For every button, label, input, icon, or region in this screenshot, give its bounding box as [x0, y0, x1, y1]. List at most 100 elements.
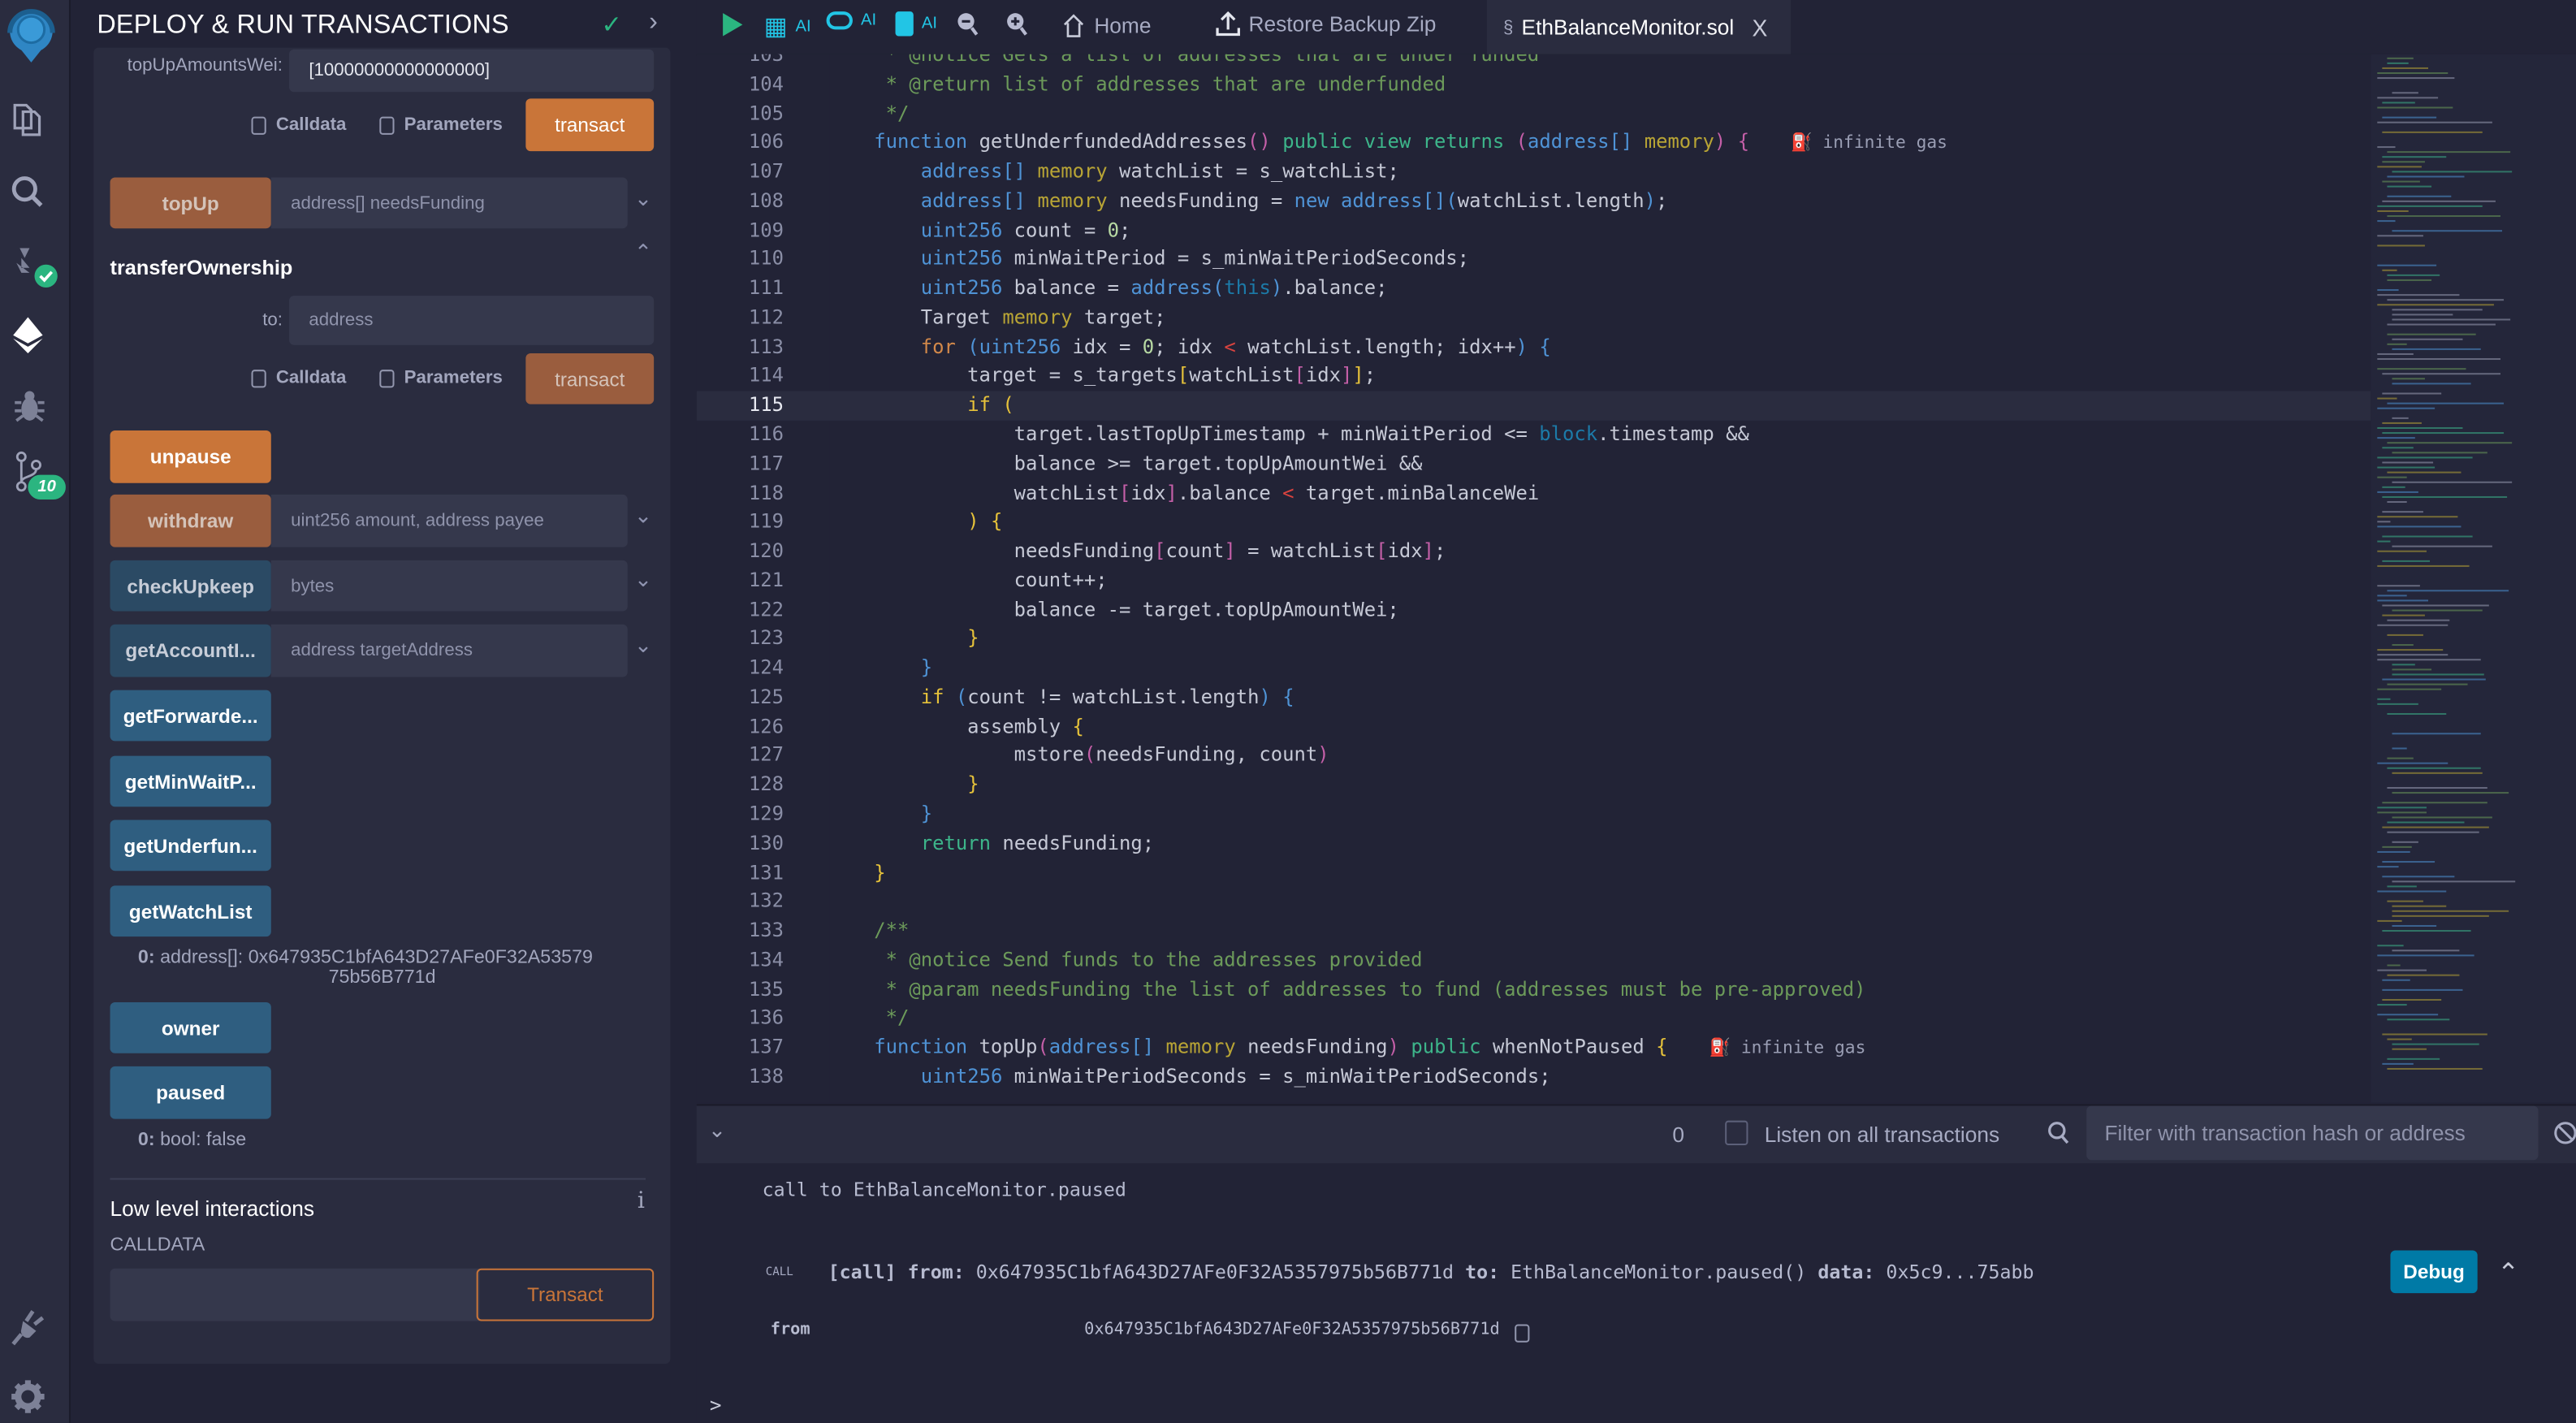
- code-line[interactable]: 135 * @param needsFunding the list of ad…: [697, 975, 2371, 1005]
- chevron-down-icon[interactable]: ⌄: [634, 633, 652, 659]
- chevrons-down-icon[interactable]: ⌄: [708, 1118, 726, 1144]
- chevron-up-icon[interactable]: ⌃: [2497, 1257, 2519, 1290]
- code-line[interactable]: 130 return needsFunding;: [697, 829, 2371, 859]
- copy-icon[interactable]: [1515, 1321, 1530, 1350]
- check-upkeep-button[interactable]: checkUpkeep: [110, 560, 271, 612]
- withdraw-input[interactable]: uint256 amount, address payee: [270, 494, 628, 547]
- code-line[interactable]: 114 target = s_targets[watchList[idx]];: [697, 362, 2371, 391]
- code-line[interactable]: 136 */: [697, 1005, 2371, 1034]
- restore-backup-button[interactable]: Restore Backup Zip: [1216, 11, 1436, 37]
- code-line[interactable]: 137 function topUp(address[] memory needs…: [697, 1034, 2371, 1063]
- info-icon[interactable]: i: [638, 1188, 645, 1214]
- code-line[interactable]: 104 * @return list of addresses that are…: [697, 71, 2371, 100]
- unpause-button[interactable]: unpause: [110, 430, 271, 483]
- code-line[interactable]: 132: [697, 888, 2371, 917]
- get-watch-list-button[interactable]: getWatchList: [110, 885, 271, 937]
- deploy-run-icon[interactable]: [8, 315, 48, 355]
- file-explorer-icon[interactable]: [0, 98, 56, 146]
- topup-button[interactable]: topUp: [110, 177, 271, 229]
- search-icon[interactable]: [0, 174, 56, 218]
- solidity-compiler-icon[interactable]: [13, 243, 63, 292]
- zoom-out-icon[interactable]: [956, 11, 979, 45]
- terminal-prompt[interactable]: >: [710, 1394, 722, 1417]
- plugin-manager-icon[interactable]: [10, 1306, 50, 1346]
- settings-icon[interactable]: [10, 1378, 46, 1415]
- check-upkeep-input[interactable]: bytes: [270, 560, 628, 612]
- listen-checkbox[interactable]: [1725, 1120, 1748, 1146]
- ai-docs-button[interactable]: AI: [895, 11, 937, 37]
- chevron-down-icon[interactable]: ⌄: [634, 503, 652, 529]
- search-icon[interactable]: [2047, 1121, 2070, 1153]
- code-line[interactable]: 122 balance -= target.topUpAmountWei;: [697, 596, 2371, 625]
- code-line[interactable]: 107 address[] memory watchList = s_watch…: [697, 158, 2371, 187]
- get-account-info-input[interactable]: address targetAddress: [270, 624, 628, 677]
- code-editor[interactable]: 103 * @notice Gets a list of addresses t…: [696, 54, 2371, 1103]
- chevron-right-icon[interactable]: ›: [649, 8, 658, 37]
- ai-copilot-button[interactable]: ▦ AI: [764, 11, 811, 41]
- withdraw-button[interactable]: withdraw: [110, 494, 271, 547]
- code-line[interactable]: 112 Target memory target;: [697, 304, 2371, 333]
- copy-calldata-button[interactable]: Calldata: [251, 368, 346, 387]
- code-line[interactable]: 117 balance >= target.topUpAmountWei &&: [697, 450, 2371, 479]
- code-line[interactable]: 106 function getUnderfundedAddresses() pu…: [697, 128, 2371, 158]
- code-line[interactable]: 116 target.lastTopUpTimestamp + minWaitP…: [697, 421, 2371, 450]
- call-summary[interactable]: [call] from: 0x647935C1bfA643D27AFe0F32A…: [828, 1261, 2034, 1283]
- ai-toggle-button[interactable]: AI: [826, 11, 876, 30]
- debug-button[interactable]: Debug: [2390, 1250, 2478, 1294]
- to-address-input[interactable]: address: [289, 296, 655, 345]
- chevron-up-icon[interactable]: ⌃: [634, 240, 652, 266]
- get-account-info-button[interactable]: getAccountI...: [110, 624, 271, 677]
- run-script-icon[interactable]: [721, 11, 744, 45]
- code-line[interactable]: 105 */: [697, 99, 2371, 128]
- code-line[interactable]: 119 ) {: [697, 508, 2371, 538]
- home-tab[interactable]: Home: [1061, 13, 1151, 38]
- code-line[interactable]: 120 needsFunding[count] = watchList[idx]…: [697, 538, 2371, 567]
- code-line[interactable]: 138 uint256 minWaitPeriodSeconds = s_min…: [697, 1063, 2371, 1092]
- copy-calldata-button[interactable]: Calldata: [251, 115, 346, 135]
- transact-button[interactable]: transact: [525, 98, 655, 152]
- code-line[interactable]: 113 for (uint256 idx = 0; idx < watchLis…: [697, 333, 2371, 362]
- owner-button[interactable]: owner: [110, 1002, 271, 1053]
- low-level-transact-button[interactable]: Transact: [476, 1268, 655, 1321]
- code-line[interactable]: 128 }: [697, 771, 2371, 800]
- code-line[interactable]: 118 watchList[idx].balance < target.minB…: [697, 479, 2371, 508]
- zoom-in-icon[interactable]: [1005, 11, 1028, 45]
- get-forwarder-button[interactable]: getForwarde...: [110, 690, 271, 742]
- transaction-filter-input[interactable]: Filter with transaction hash or address: [2086, 1105, 2539, 1161]
- chevron-down-icon[interactable]: ⌄: [634, 186, 652, 212]
- code-line[interactable]: 121 count++;: [697, 567, 2371, 596]
- clear-console-icon[interactable]: [2553, 1121, 2576, 1153]
- top-up-amounts-input[interactable]: [10000000000000000]: [289, 49, 655, 93]
- code-line[interactable]: 131}: [697, 859, 2371, 888]
- calldata-input[interactable]: [110, 1268, 480, 1321]
- code-line[interactable]: 115 if (: [696, 391, 2371, 421]
- close-tab-icon[interactable]: X: [1752, 14, 1767, 40]
- code-line[interactable]: 124 }: [697, 654, 2371, 683]
- code-line[interactable]: 111 uint256 balance = address(this).bala…: [697, 275, 2371, 304]
- minimap[interactable]: [2371, 54, 2576, 1103]
- code-line[interactable]: 126 assembly {: [697, 712, 2371, 742]
- code-line[interactable]: 103 * @notice Gets a list of addresses t…: [697, 54, 2371, 71]
- topup-input[interactable]: address[] needsFunding: [270, 177, 628, 229]
- code-line[interactable]: 133 /**: [697, 917, 2371, 946]
- minimap-line: [2382, 200, 2496, 202]
- copy-parameters-button[interactable]: Parameters: [379, 115, 503, 135]
- code-line[interactable]: 123 }: [697, 625, 2371, 655]
- copy-parameters-button[interactable]: Parameters: [379, 368, 503, 387]
- tab-eth-balance-monitor[interactable]: § EthBalanceMonitor.sol X: [1486, 0, 1792, 54]
- paused-button[interactable]: paused: [110, 1066, 271, 1119]
- get-underfunded-button[interactable]: getUnderfun...: [110, 820, 271, 872]
- debugger-icon[interactable]: [11, 387, 48, 424]
- code-line[interactable]: 108 address[] memory needsFunding = new …: [697, 187, 2371, 216]
- code-line[interactable]: 134 * @notice Send funds to the addresse…: [697, 946, 2371, 975]
- chevron-down-icon[interactable]: ⌄: [634, 567, 652, 593]
- code-line[interactable]: 110 uint256 minWaitPeriod = s_minWaitPer…: [697, 245, 2371, 275]
- remix-logo-icon[interactable]: [3, 6, 59, 66]
- get-min-wait-period-button[interactable]: getMinWaitP...: [110, 755, 271, 807]
- code-line[interactable]: 127 mstore(needsFunding, count): [697, 742, 2371, 771]
- transfer-ownership-transact-button[interactable]: transact: [525, 353, 655, 404]
- code-line[interactable]: 125 if (count != watchList.length) {: [697, 683, 2371, 712]
- code-line[interactable]: 109 uint256 count = 0;: [697, 216, 2371, 245]
- code-text: ) {: [874, 508, 1002, 538]
- code-line[interactable]: 129 }: [697, 800, 2371, 829]
